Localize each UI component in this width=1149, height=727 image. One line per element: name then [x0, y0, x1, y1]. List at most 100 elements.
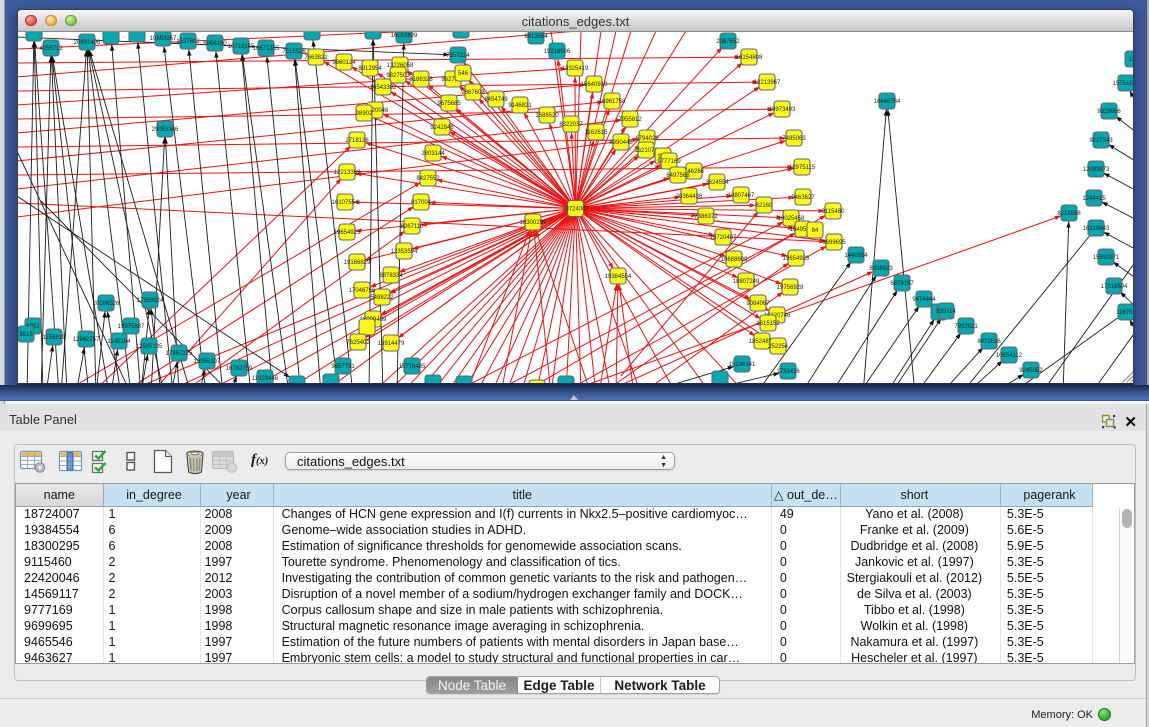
svg-text:3624554: 3624554	[705, 180, 729, 186]
svg-text:9474444: 9474444	[912, 297, 936, 303]
svg-text:1244415: 1244415	[1082, 196, 1106, 202]
svg-text:19975887: 19975887	[118, 324, 145, 330]
svg-text:8938923: 8938923	[869, 266, 893, 272]
svg-text:8215958: 8215958	[1057, 211, 1081, 217]
svg-text:546: 546	[458, 71, 469, 77]
svg-text:17957225: 17957225	[166, 351, 193, 357]
svg-text:13325419: 13325419	[562, 66, 589, 72]
svg-text:19654923: 19654923	[783, 256, 810, 262]
svg-text:98902: 98902	[356, 111, 373, 117]
svg-text:9084067: 9084067	[746, 301, 770, 307]
svg-text:7663822: 7663822	[304, 55, 328, 61]
svg-text:1156819: 1156819	[43, 335, 67, 341]
svg-text:11923446: 11923446	[252, 376, 279, 382]
svg-text:1588520: 1588520	[535, 113, 559, 119]
svg-text:252254: 252254	[768, 344, 789, 350]
svg-text:15720407: 15720407	[710, 235, 737, 241]
svg-text:111: 111	[1128, 57, 1133, 63]
svg-text:3915: 3915	[19, 332, 33, 338]
svg-text:8813054: 8813054	[524, 34, 548, 40]
svg-text:20691406: 20691406	[74, 40, 101, 46]
svg-text:18807249: 18807249	[733, 279, 760, 285]
svg-text:10654112: 10654112	[996, 353, 1023, 359]
svg-text:16154808: 16154808	[736, 55, 763, 61]
svg-text:9146821: 9146821	[508, 103, 532, 109]
svg-text:19218506: 19218506	[544, 49, 571, 55]
svg-text:15640910: 15640910	[581, 82, 608, 88]
svg-text:9242848: 9242848	[430, 125, 454, 131]
svg-text:2718126: 2718126	[345, 138, 369, 144]
svg-text:17046766: 17046766	[349, 288, 376, 294]
svg-text:17359924: 17359924	[137, 298, 164, 304]
svg-text:16782759: 16782759	[226, 366, 253, 372]
svg-text:19756928: 19756928	[777, 285, 804, 291]
svg-text:18300295: 18300295	[520, 220, 547, 226]
svg-text:15751074: 15751074	[1113, 81, 1133, 87]
svg-text:9827503: 9827503	[386, 73, 410, 79]
svg-text:19958107: 19958107	[194, 359, 221, 365]
svg-text:16961758: 16961758	[599, 99, 626, 105]
svg-text:19166829: 19166829	[344, 260, 371, 266]
svg-text:9227343: 9227343	[1089, 138, 1113, 144]
svg-text:29053346: 29053346	[152, 127, 179, 133]
svg-text:16648784: 16648784	[874, 99, 901, 105]
svg-text:16033809: 16033809	[391, 33, 418, 39]
svg-text:16107554: 16107554	[332, 200, 359, 206]
svg-text:62160: 62160	[756, 203, 773, 209]
svg-text:5498222: 5498222	[370, 295, 394, 301]
svg-text:817004: 817004	[411, 200, 432, 206]
svg-text:7386372: 7386372	[694, 214, 718, 220]
svg-text:4055712: 4055712	[39, 46, 63, 52]
svg-text:9660124: 9660124	[332, 60, 356, 66]
svg-text:12975115: 12975115	[789, 165, 816, 171]
svg-text:8267110: 8267110	[401, 224, 425, 230]
svg-text:9463627: 9463627	[791, 195, 815, 201]
svg-text:9657791: 9657791	[331, 364, 355, 370]
svg-text:12353594: 12353594	[391, 249, 418, 255]
svg-text:1615152: 1615152	[756, 321, 780, 327]
svg-text:6966160: 6966160	[203, 41, 227, 47]
svg-text:9675685: 9675685	[437, 101, 461, 107]
svg-text:8186328: 8186328	[409, 77, 433, 83]
svg-text:935114: 935114	[936, 309, 956, 315]
svg-text:19654925: 19654925	[334, 230, 361, 236]
svg-text:7515526: 7515526	[282, 49, 306, 55]
svg-text:8454749: 8454749	[484, 97, 508, 103]
svg-text:1440954: 1440954	[844, 253, 868, 259]
svg-text:7485063: 7485063	[782, 136, 806, 142]
svg-text:15716485: 15716485	[399, 364, 426, 370]
svg-text:20364436: 20364436	[676, 194, 703, 200]
svg-text:84: 84	[812, 228, 819, 234]
svg-text:10807467: 10807467	[728, 193, 755, 199]
svg-text:16914479: 16914479	[378, 341, 405, 347]
svg-text:7932621: 7932621	[954, 324, 978, 330]
svg-text:1527602: 1527602	[176, 39, 200, 45]
svg-text:9777169: 9777169	[657, 159, 681, 165]
svg-text:10719155: 10719155	[228, 44, 255, 50]
svg-text:8878334: 8878334	[379, 273, 403, 279]
svg-text:10973493: 10973493	[769, 107, 796, 113]
svg-text:9115460: 9115460	[822, 209, 846, 215]
svg-text:17016504: 17016504	[1101, 284, 1128, 290]
svg-text:7357224: 7357224	[446, 53, 470, 59]
svg-text:12213967: 12213967	[754, 80, 781, 86]
svg-text:20206526: 20206526	[93, 301, 120, 307]
svg-text:2867608: 2867608	[461, 90, 485, 96]
svg-text:18724007: 18724007	[562, 207, 589, 213]
svg-text:12505135: 12505135	[136, 344, 163, 350]
svg-text:1145194: 1145194	[108, 339, 132, 345]
svg-text:7955812: 7955812	[618, 117, 642, 123]
svg-text:9699695: 9699695	[822, 240, 846, 246]
svg-text:8471626: 8471626	[977, 339, 1001, 345]
svg-text:12213369: 12213369	[334, 170, 361, 176]
svg-text:19384554: 19384554	[605, 274, 632, 280]
svg-text:1162615: 1162615	[585, 130, 609, 136]
svg-text:10653267: 10653267	[150, 36, 177, 42]
svg-text:6497568: 6497568	[666, 173, 690, 179]
svg-text:16671355: 16671355	[253, 46, 280, 52]
svg-text:16543382: 16543382	[370, 85, 397, 91]
svg-text:9245052: 9245052	[1019, 368, 1043, 374]
svg-text:6794028: 6794028	[635, 136, 659, 142]
svg-text:2087652: 2087652	[716, 39, 740, 45]
svg-text:7625402: 7625402	[346, 340, 370, 346]
